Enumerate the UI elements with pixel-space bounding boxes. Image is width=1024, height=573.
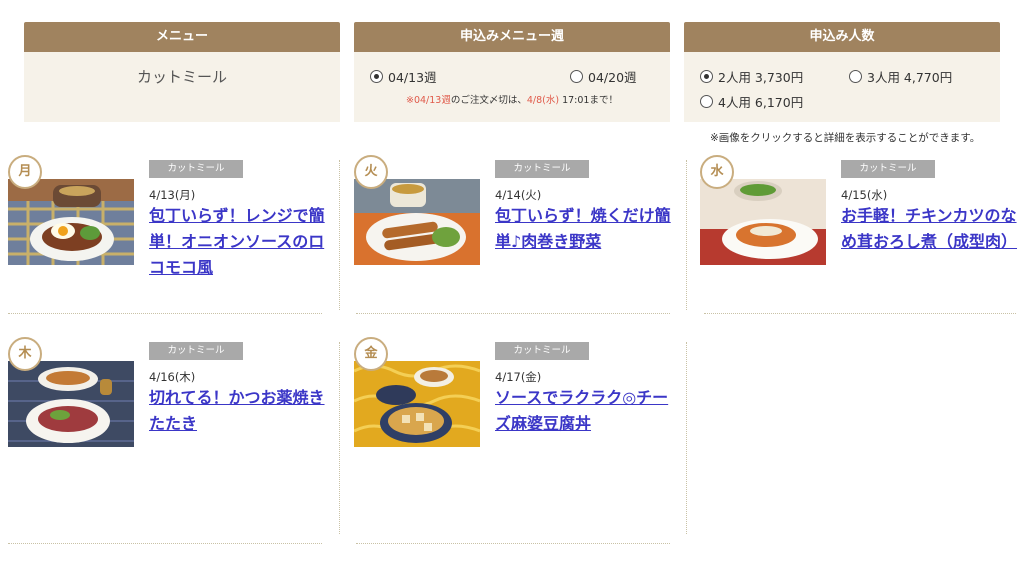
day-card-thu: 木 カットミール 4/16(木) 切れてる！かつお薬焼きたたき	[8, 337, 338, 512]
deadline-suffix: 17:01まで！	[559, 95, 618, 106]
column-divider	[686, 160, 687, 310]
meal-date: 4/13(月)	[149, 188, 196, 202]
meal-date: 4/17(金)	[495, 370, 542, 384]
meal-title-link[interactable]: ソースでラクラク◎チーズ麻婆豆腐丼	[495, 385, 671, 437]
meal-image[interactable]	[8, 361, 134, 447]
radio-unchecked-icon[interactable]	[700, 95, 713, 108]
card-divider	[704, 313, 1016, 314]
meal-title-link[interactable]: 切れてる！かつお薬焼きたたき	[149, 385, 325, 437]
radio-checked-icon[interactable]	[700, 70, 713, 83]
meal-title-link[interactable]: 包丁いらず！レンジで簡単！オニオンソースのロコモコ風	[149, 203, 325, 281]
category-tag: カットミール	[495, 342, 589, 360]
day-badge: 木	[8, 337, 42, 371]
servings-panel: 申込み人数 2人用 3,730円 3人用 4,770円 4人用 6,170円	[684, 22, 1000, 122]
category-tag: カットミール	[841, 160, 935, 178]
category-tag: カットミール	[149, 342, 243, 360]
category-tag: カットミール	[149, 160, 243, 178]
card-divider	[356, 313, 670, 314]
day-badge: 火	[354, 155, 388, 189]
meal-image[interactable]	[354, 179, 480, 265]
menu-panel-body: カットミール	[24, 52, 340, 122]
category-tag: カットミール	[495, 160, 589, 178]
day-card-wed: 水 カットミール 4/15(水) お手軽！チキンカツのなめ茸おろし煮（成型肉）	[700, 155, 1024, 330]
deadline-mid: のご注文〆切は、	[450, 95, 527, 106]
menu-panel: メニュー カットミール	[24, 22, 340, 122]
deadline-prefix: ※	[406, 95, 414, 106]
servings-option-4[interactable]: 4人用 6,170円	[700, 92, 803, 111]
meal-date: 4/15(水)	[841, 188, 888, 202]
servings-option-label: 2人用 3,730円	[718, 70, 804, 85]
servings-option-2[interactable]: 2人用 3,730円	[700, 67, 803, 86]
chicken-katsu-photo[interactable]	[700, 179, 826, 265]
locomoco-photo[interactable]	[8, 179, 134, 265]
day-card-tue: 火 カットミール 4/14(火) 包丁いらず！焼くだけ簡単♪肉巻き野菜	[354, 155, 684, 330]
week-panel-header: 申込みメニュー週	[354, 22, 670, 52]
servings-option-label: 3人用 4,770円	[867, 70, 953, 85]
column-divider	[339, 160, 340, 310]
servings-option-3[interactable]: 3人用 4,770円	[849, 67, 952, 86]
servings-panel-header: 申込み人数	[684, 22, 1000, 52]
meal-image[interactable]	[354, 361, 480, 447]
day-card-fri: 金 カットミール 4/17(金) ソースでラクラク◎チーズ麻婆豆腐丼	[354, 337, 684, 512]
meal-date: 4/16(木)	[149, 370, 196, 384]
meat-rolls-photo[interactable]	[354, 179, 480, 265]
card-divider	[8, 313, 322, 314]
meal-title-link[interactable]: お手軽！チキンカツのなめ茸おろし煮（成型肉）	[841, 203, 1017, 255]
bonito-tataki-photo[interactable]	[8, 361, 134, 447]
week-option-label: 04/20週	[588, 70, 637, 85]
radio-checked-icon[interactable]	[370, 70, 383, 83]
radio-unchecked-icon[interactable]	[570, 70, 583, 83]
servings-panel-body: 2人用 3,730円 3人用 4,770円 4人用 6,170円	[684, 52, 1000, 122]
menu-panel-header: メニュー	[24, 22, 340, 52]
mapo-tofu-photo[interactable]	[354, 361, 480, 447]
meal-date: 4/14(火)	[495, 188, 542, 202]
column-divider	[339, 342, 340, 534]
meal-image[interactable]	[8, 179, 134, 265]
week-panel-body: 04/13週 04/20週 ※04/13週のご注文〆切は、4/8(水) 17:0…	[354, 52, 670, 122]
radio-unchecked-icon[interactable]	[849, 70, 862, 83]
servings-option-label: 4人用 6,170円	[718, 95, 804, 110]
day-badge: 水	[700, 155, 734, 189]
meal-title-link[interactable]: 包丁いらず！焼くだけ簡単♪肉巻き野菜	[495, 203, 671, 255]
week-panel: 申込みメニュー週 04/13週 04/20週 ※04/13週のご注文〆切は、4/…	[354, 22, 670, 122]
week-option-label: 04/13週	[388, 70, 437, 85]
column-divider	[686, 342, 687, 534]
menu-name: カットミール	[136, 68, 227, 86]
day-card-mon: 月 カットミール 4/13(月) 包丁いらず！レンジで簡単！オニオンソースのロコ…	[8, 155, 338, 330]
deadline-date: 4/8(水)	[526, 95, 560, 106]
week-option-0420[interactable]: 04/20週	[570, 67, 637, 86]
click-hint: ※画像をクリックすると詳細を表示することができます。	[710, 132, 981, 144]
card-divider	[356, 543, 670, 544]
day-badge: 金	[354, 337, 388, 371]
day-badge: 月	[8, 155, 42, 189]
deadline-week: 04/13週	[413, 95, 451, 106]
order-deadline: ※04/13週のご注文〆切は、4/8(水) 17:01まで！	[354, 92, 670, 106]
card-divider	[8, 543, 322, 544]
meal-image[interactable]	[700, 179, 826, 265]
week-option-0413[interactable]: 04/13週	[370, 67, 437, 86]
